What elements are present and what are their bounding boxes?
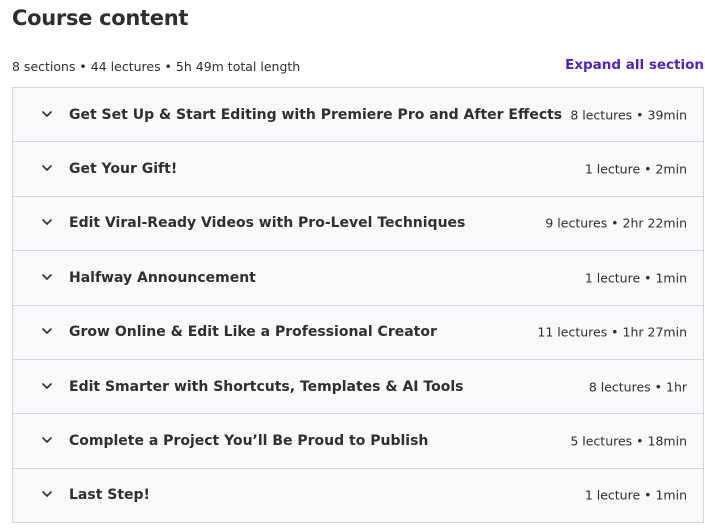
section-meta: 1 lecture • 1min [584, 270, 687, 286]
section-meta: 9 lectures • 2hr 22min [545, 215, 687, 231]
section-meta: 11 lectures • 1hr 27min [537, 324, 687, 340]
chevron-down-icon [41, 434, 53, 446]
section-meta: 8 lectures • 39min [570, 107, 687, 123]
section-title: Get Your Gift! [69, 161, 178, 178]
section-row[interactable]: Edit Viral-Ready Videos with Pro-Level T… [12, 196, 704, 252]
chevron-down-icon [41, 108, 53, 120]
section-title: Complete a Project You’ll Be Proud to Pu… [69, 433, 429, 450]
section-row[interactable]: Grow Online & Edit Like a Professional C… [12, 305, 704, 360]
chevron-down-icon [41, 271, 53, 283]
section-title: Get Set Up & Start Editing with Premiere… [69, 106, 563, 123]
section-meta: 1 lecture • 1min [584, 487, 687, 503]
sections-list: Get Set Up & Start Editing with Premiere… [12, 87, 704, 524]
section-row[interactable]: Last Step! 1 lecture • 1min [12, 468, 704, 524]
section-meta: 8 lectures • 1hr [588, 379, 687, 395]
chevron-down-icon [41, 325, 53, 337]
section-row[interactable]: Edit Smarter with Shortcuts, Templates &… [12, 359, 704, 415]
chevron-down-icon [41, 488, 53, 500]
section-title: Grow Online & Edit Like a Professional C… [69, 324, 437, 341]
section-row[interactable]: Get Set Up & Start Editing with Premiere… [12, 88, 704, 143]
chevron-down-icon [41, 216, 53, 228]
section-meta: 1 lecture • 2min [584, 161, 687, 177]
course-summary-row: 8 sections • 44 lectures • 5h 49m total … [12, 56, 705, 78]
section-title: Halfway Announcement [69, 269, 256, 286]
chevron-down-icon [41, 380, 53, 392]
course-summary: 8 sections • 44 lectures • 5h 49m total … [12, 59, 301, 74]
section-title: Edit Viral-Ready Videos with Pro-Level T… [69, 215, 466, 232]
section-row[interactable]: Get Your Gift! 1 lecture • 2min [12, 142, 704, 197]
page-title: Course content [12, 6, 189, 30]
expand-all-sections-button[interactable]: Expand all section [565, 57, 704, 73]
section-row[interactable]: Complete a Project You’ll Be Proud to Pu… [12, 414, 704, 469]
section-title: Last Step! [69, 487, 150, 504]
chevron-down-icon [41, 162, 53, 174]
section-meta: 5 lectures • 18min [570, 433, 687, 449]
section-title: Edit Smarter with Shortcuts, Templates &… [69, 378, 464, 395]
section-row[interactable]: Halfway Announcement 1 lecture • 1min [12, 251, 704, 306]
